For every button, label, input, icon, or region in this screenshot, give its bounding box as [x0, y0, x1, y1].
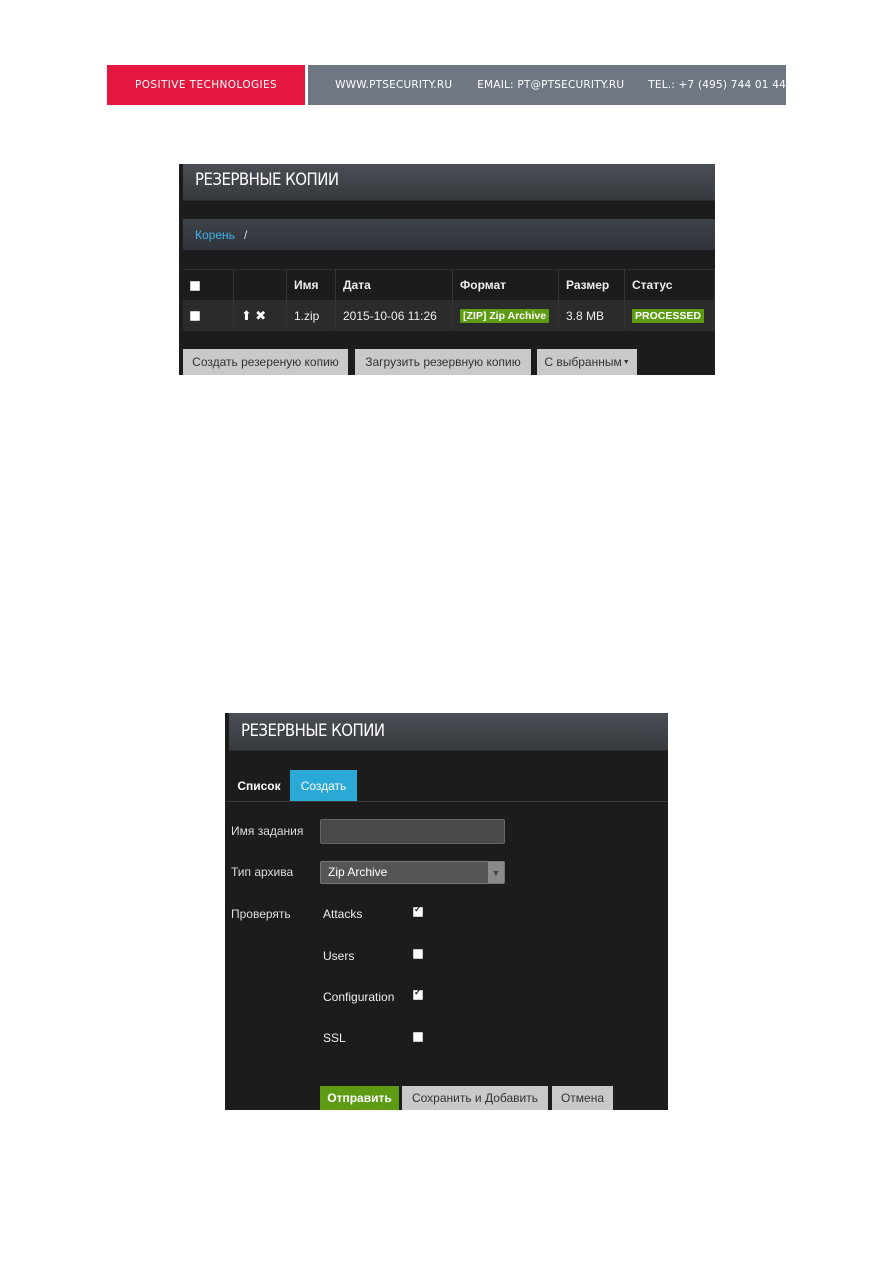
- option-configuration-checkbox[interactable]: [413, 987, 423, 1000]
- with-selected-label: С выбранным: [544, 355, 622, 369]
- row-date: 2015-10-06 11:26: [335, 300, 453, 331]
- website-text: WWW.PTSECURITY.RU: [335, 79, 453, 91]
- option-users-label: Users: [323, 949, 355, 963]
- breadcrumb: Корень /: [183, 219, 715, 250]
- with-selected-dropdown[interactable]: С выбранным ▼: [537, 349, 637, 375]
- row-select-cell: [183, 300, 234, 331]
- format-badge: [ZIP] Zip Archive: [460, 309, 550, 323]
- option-ssl-checkbox[interactable]: [413, 1032, 423, 1042]
- archive-type-label: Тип архива: [231, 865, 294, 879]
- option-attacks-checkbox[interactable]: [413, 904, 423, 917]
- upload-icon[interactable]: ⬆: [241, 308, 252, 323]
- column-name[interactable]: Имя: [286, 269, 336, 300]
- submit-button[interactable]: Отправить: [320, 1086, 399, 1110]
- archive-type-value: Zip Archive: [328, 865, 388, 879]
- row-checkbox[interactable]: [190, 311, 200, 322]
- delete-icon[interactable]: ✖: [255, 308, 266, 323]
- backup-create-panel: РЕЗЕРВНЫЕ КОПИИ Список Создать Имя задан…: [225, 713, 668, 1110]
- column-size[interactable]: Размер: [558, 269, 625, 300]
- actions-header: [233, 269, 287, 300]
- column-format[interactable]: Формат: [452, 269, 559, 300]
- page-header: РЕЗЕРВНЫЕ КОПИИ: [183, 164, 715, 201]
- option-ssl-label: SSL: [323, 1031, 346, 1045]
- chevron-down-icon: ▼: [488, 862, 504, 883]
- contact-info: WWW.PTSECURITY.RU EMAIL: PT@PTSECURITY.R…: [308, 65, 786, 105]
- option-configuration-label: Configuration: [323, 990, 395, 1004]
- header-banner: POSITIVE TECHNOLOGIES WWW.PTSECURITY.RU …: [107, 65, 786, 105]
- row-format-cell: [ZIP] Zip Archive: [452, 300, 559, 331]
- breadcrumb-separator: /: [244, 228, 248, 242]
- column-date[interactable]: Дата: [335, 269, 453, 300]
- tab-create[interactable]: Создать: [290, 770, 357, 801]
- email-text: EMAIL: PT@PTSECURITY.RU: [477, 79, 625, 91]
- page-title: РЕЗЕРВНЫЕ КОПИИ: [195, 170, 339, 190]
- job-name-label: Имя задания: [231, 824, 304, 838]
- table-header-row: Имя Дата Формат Размер Статус: [183, 269, 715, 300]
- job-name-input[interactable]: [320, 819, 505, 844]
- select-all-header: [183, 269, 234, 300]
- row-actions-cell: ⬆ ✖: [233, 300, 287, 331]
- save-add-button[interactable]: Сохранить и Добавить: [402, 1086, 548, 1110]
- page-header: РЕЗЕРВНЫЕ КОПИИ: [229, 713, 668, 751]
- row-status-cell: PROCESSED: [624, 300, 715, 331]
- phone-text: TEL.: +7 (495) 744 01 44: [648, 79, 786, 91]
- create-backup-button[interactable]: Создать резереную копию: [183, 349, 348, 375]
- check-label: Проверять: [231, 907, 291, 921]
- status-badge: PROCESSED: [632, 309, 704, 323]
- breadcrumb-root-link[interactable]: Корень: [195, 228, 235, 242]
- backups-table: Имя Дата Формат Размер Статус ⬆ ✖ 1.zip …: [183, 269, 715, 331]
- select-all-checkbox[interactable]: [190, 280, 200, 291]
- table-row: ⬆ ✖ 1.zip 2015-10-06 11:26 [ZIP] Zip Arc…: [183, 300, 715, 331]
- tab-list[interactable]: Список: [229, 770, 289, 801]
- row-name: 1.zip: [286, 300, 336, 331]
- backups-list-panel: РЕЗЕРВНЫЕ КОПИИ Корень / Имя Дата Формат…: [179, 164, 715, 375]
- tab-bar: Список Создать: [225, 770, 668, 802]
- option-users-checkbox[interactable]: [413, 949, 423, 959]
- row-size: 3.8 MB: [558, 300, 625, 331]
- option-attacks-label: Attacks: [323, 907, 363, 921]
- page-title: РЕЗЕРВНЫЕ КОПИИ: [241, 721, 385, 741]
- archive-type-select[interactable]: Zip Archive ▼: [320, 861, 505, 884]
- cancel-button[interactable]: Отмена: [552, 1086, 613, 1110]
- upload-backup-button[interactable]: Загрузить резервную копию: [355, 349, 531, 375]
- column-status[interactable]: Статус: [624, 269, 715, 300]
- chevron-down-icon: ▼: [622, 358, 630, 366]
- brand-logo: POSITIVE TECHNOLOGIES: [107, 65, 306, 105]
